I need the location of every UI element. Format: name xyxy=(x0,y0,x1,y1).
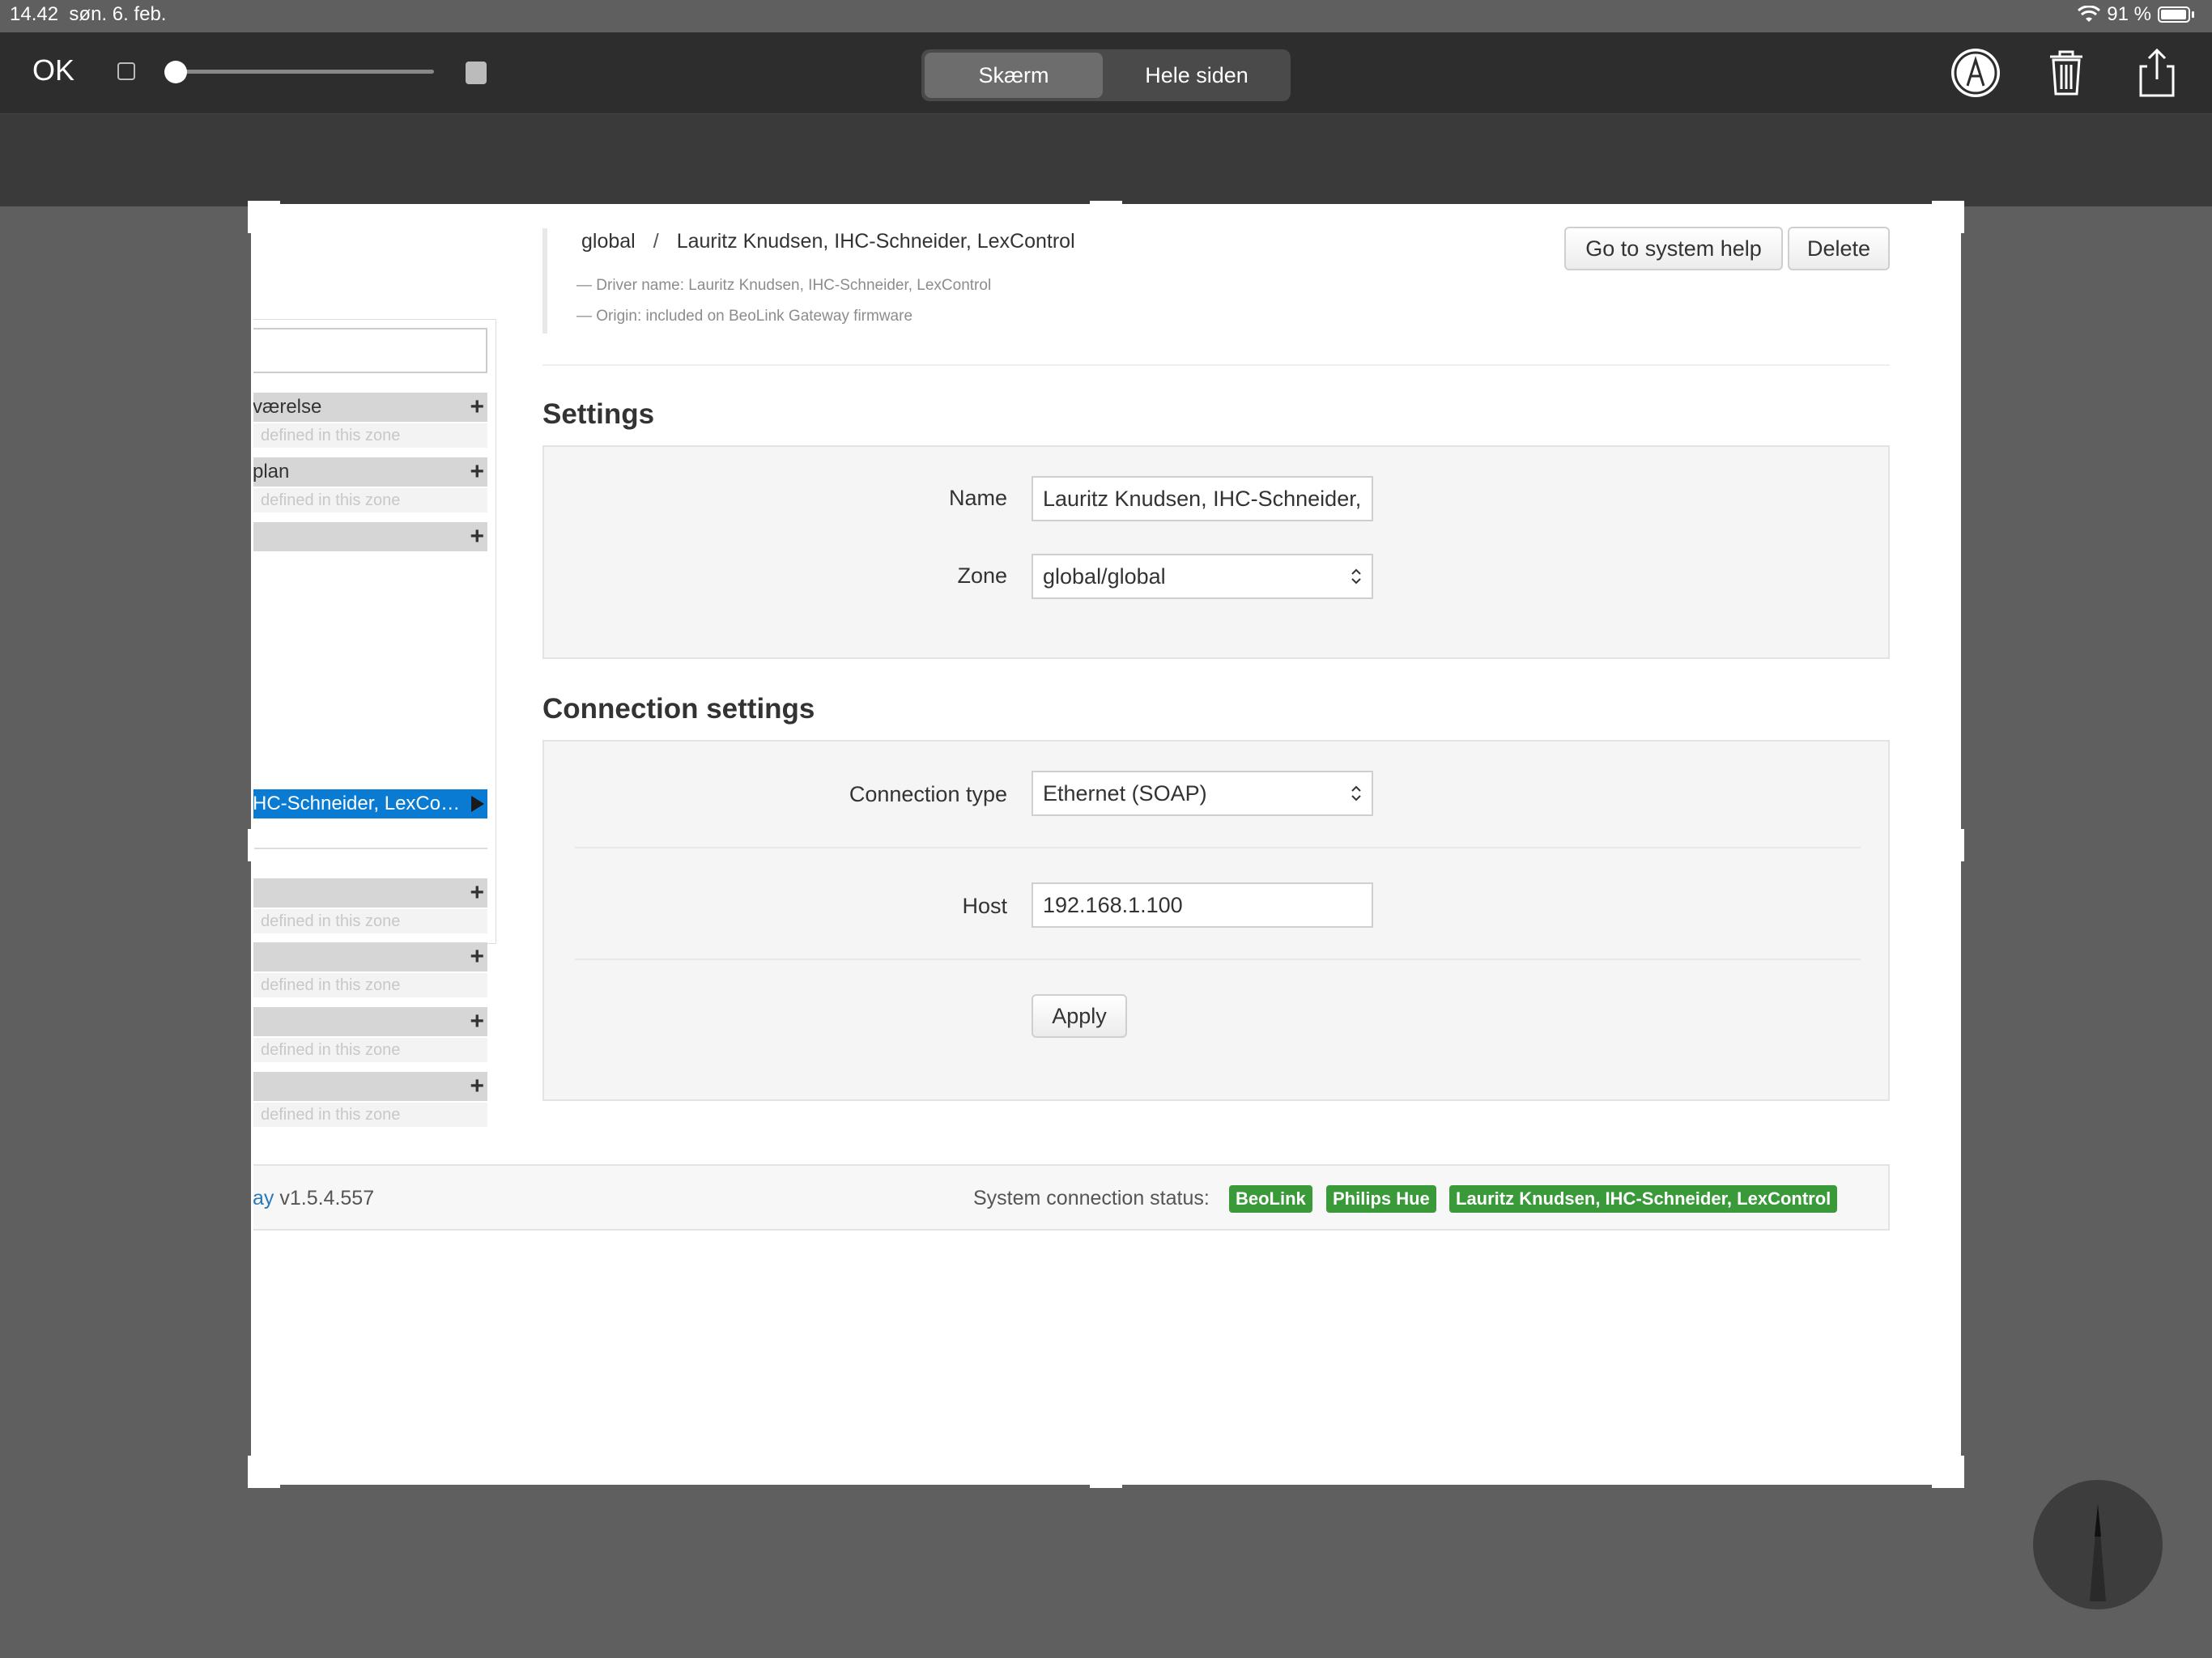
share-icon[interactable] xyxy=(2129,45,2184,100)
connection-divider xyxy=(575,847,1861,848)
sidebar-search-input[interactable] xyxy=(253,328,487,373)
plus-icon[interactable]: + xyxy=(470,393,484,422)
sidebar-item[interactable]: + xyxy=(253,522,487,551)
breadcrumb-global[interactable]: global xyxy=(581,230,636,253)
host-input[interactable]: 192.168.1.100 xyxy=(1032,882,1373,928)
crop-handle-top-right[interactable] xyxy=(1958,201,1964,233)
name-input[interactable]: Lauritz Knudsen, IHC-Schneider, xyxy=(1032,476,1373,521)
battery-icon xyxy=(2158,6,2190,23)
capture-mode-segmented-control: Skærm Hele siden xyxy=(921,49,1291,101)
status-badge-philips-hue: Philips Hue xyxy=(1326,1185,1436,1213)
gateway-link[interactable]: ay xyxy=(253,1187,274,1209)
connection-settings-title: Connection settings xyxy=(542,693,815,725)
connection-divider xyxy=(575,959,1861,960)
version-text: ay v1.5.4.557 xyxy=(253,1187,375,1209)
settings-panel: Name Lauritz Knudsen, IHC-Schneider, Zon… xyxy=(542,445,1890,659)
sidebar-item-selected[interactable]: HC-Schneider, LexCo… xyxy=(253,789,487,818)
header-accent-bar xyxy=(542,228,547,334)
driver-origin: — Origin: included on BeoLink Gateway fi… xyxy=(576,308,913,325)
apply-button[interactable]: Apply xyxy=(1032,994,1127,1038)
plus-icon[interactable]: + xyxy=(470,942,484,971)
sidebar-item-note: defined in this zone xyxy=(253,423,487,448)
crop-handle-top-left[interactable] xyxy=(248,201,254,233)
sidebar-item[interactable]: plan + xyxy=(253,457,487,487)
pencil-icon xyxy=(2090,1504,2106,1601)
sidebar-item[interactable]: + xyxy=(253,1072,487,1101)
breadcrumb: global / Lauritz Knudsen, IHC-Schneider, L… xyxy=(581,230,1075,253)
crop-handle-top[interactable] xyxy=(1090,201,1122,207)
name-label: Name xyxy=(948,486,1007,510)
crop-handle-bottom-left[interactable] xyxy=(248,1456,254,1488)
delete-button[interactable]: Delete xyxy=(1788,227,1890,270)
host-label: Host xyxy=(962,894,1007,918)
sidebar-item-note: defined in this zone xyxy=(253,488,487,512)
segment-hele-siden[interactable]: Hele siden xyxy=(1108,53,1286,98)
sidebar-item-label: HC-Schneider, LexCo… xyxy=(253,793,461,814)
plus-icon[interactable]: + xyxy=(470,457,484,487)
sidebar-item[interactable]: værelse + xyxy=(253,393,487,422)
opacity-slider-thumb[interactable] xyxy=(164,61,187,83)
zone-label: Zone xyxy=(957,563,1007,588)
wifi-icon xyxy=(2078,6,2101,22)
status-right: 91 % xyxy=(2078,3,2194,26)
square-icon xyxy=(117,62,135,80)
plus-icon[interactable]: + xyxy=(470,522,484,551)
plus-icon[interactable]: + xyxy=(470,1007,484,1036)
sidebar-item-note: defined in this zone xyxy=(253,1038,487,1062)
driver-name: — Driver name: Lauritz Knudsen, IHC-Schn… xyxy=(576,277,992,294)
crop-handle-left[interactable] xyxy=(248,829,254,861)
sidebar-item[interactable]: + xyxy=(253,1007,487,1036)
connection-status-label: System connection status: xyxy=(973,1187,1210,1209)
sidebar-item[interactable]: + xyxy=(253,878,487,908)
header-divider xyxy=(542,364,1890,366)
status-bar: 14.42 søn. 6. feb. 91 % xyxy=(0,0,2212,32)
status-badge-beolink: BeoLink xyxy=(1229,1185,1312,1213)
filled-square-icon xyxy=(466,62,487,84)
crop-handle-bottom[interactable] xyxy=(1090,1482,1122,1488)
breadcrumb-driver: Lauritz Knudsen, IHC-Schneider, LexContr… xyxy=(676,230,1075,253)
status-time-date: 14.42 søn. 6. feb. xyxy=(10,3,167,25)
trash-icon[interactable] xyxy=(2039,45,2094,100)
page-footer: ay v1.5.4.557 System connection status: … xyxy=(253,1164,1890,1231)
segment-skaerm[interactable]: Skærm xyxy=(925,53,1103,98)
opacity-slider[interactable] xyxy=(177,70,434,74)
select-arrows-icon xyxy=(1351,785,1361,801)
markup-pen-icon[interactable] xyxy=(1948,45,2003,100)
sidebar-item-note: defined in this zone xyxy=(253,909,487,933)
go-to-system-help-button[interactable]: Go to system help xyxy=(1564,227,1783,270)
battery-percent: 91 % xyxy=(2107,3,2151,25)
sidebar-item-note: defined in this zone xyxy=(253,1103,487,1127)
battery-cap xyxy=(2192,11,2194,18)
connection-type-select[interactable]: Ethernet (SOAP) xyxy=(1032,771,1373,816)
sidebar-item-label: plan xyxy=(253,461,290,483)
status-badge-lexcontrol: Lauritz Knudsen, IHC-Schneider, LexContr… xyxy=(1449,1185,1838,1213)
play-arrow-icon xyxy=(471,796,484,812)
captured-page: værelse + defined in this zone plan + de… xyxy=(253,206,1959,1483)
connection-type-label: Connection type xyxy=(849,782,1007,806)
pencil-tool-button[interactable] xyxy=(2033,1480,2163,1609)
plus-icon[interactable]: + xyxy=(470,878,484,908)
settings-title: Settings xyxy=(542,398,655,430)
ok-button[interactable]: OK xyxy=(32,53,74,87)
sidebar-item[interactable]: + xyxy=(253,942,487,971)
plus-icon[interactable]: + xyxy=(470,1072,484,1101)
screenshot-toolbar: OK Skærm Hele siden xyxy=(0,32,2212,114)
zone-select[interactable]: global/global xyxy=(1032,554,1373,599)
crop-handle-right[interactable] xyxy=(1958,829,1964,861)
connection-settings-panel: Connection type Ethernet (SOAP) Host 192… xyxy=(542,740,1890,1101)
sidebar-item-label: værelse xyxy=(253,396,322,418)
zone-sidebar: værelse + defined in this zone plan + de… xyxy=(253,319,496,944)
dimmed-background xyxy=(0,114,2212,206)
crop-handle-bottom-right[interactable] xyxy=(1958,1456,1964,1488)
sidebar-item-note: defined in this zone xyxy=(253,973,487,997)
select-arrows-icon xyxy=(1351,568,1361,585)
sidebar-divider xyxy=(253,848,487,849)
